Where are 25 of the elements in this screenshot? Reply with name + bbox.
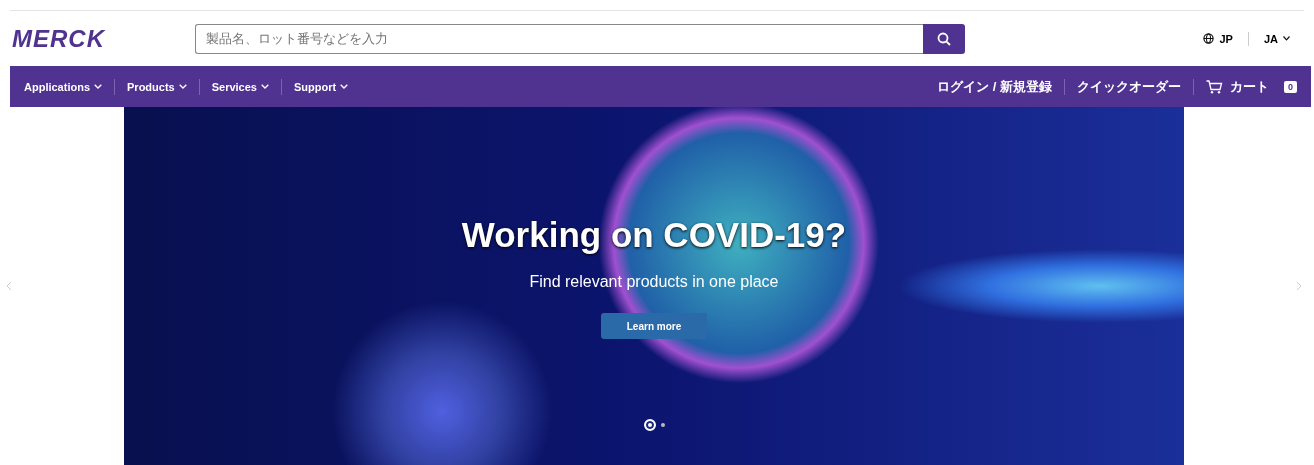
account-link[interactable]: クイックオーダー <box>1077 77 1181 96</box>
carousel-dot[interactable] <box>660 423 665 427</box>
chevron-down-icon <box>94 84 102 89</box>
learn-more-button[interactable]: Learn more <box>601 313 707 339</box>
country-selector[interactable]: JP <box>1219 32 1233 45</box>
chevron-down-icon <box>340 84 349 89</box>
hero-title: Working on COVID-19? <box>461 215 847 255</box>
carousel-dot[interactable] <box>643 419 656 431</box>
nav-menu-item[interactable]: Services <box>211 80 269 93</box>
chevron-down-icon <box>178 84 187 89</box>
cart-icon <box>1206 79 1223 94</box>
cart-count-badge: 0 <box>1284 80 1297 93</box>
globe-icon <box>1203 33 1215 44</box>
logo[interactable]: MERCK <box>12 24 195 53</box>
nav-menu-item[interactable]: Applications <box>24 80 102 93</box>
chevron-down-icon <box>1283 36 1290 41</box>
search-field[interactable]: 製品名、ロット番号などを入力 <box>195 23 923 54</box>
language-selector[interactable]: JA <box>1263 32 1278 45</box>
chevron-down-icon <box>260 84 269 89</box>
cart-button[interactable]: カート 0 <box>1206 77 1297 96</box>
nav-menu-item[interactable]: Products <box>127 80 187 93</box>
search-button[interactable] <box>923 23 965 54</box>
nav-menu-item[interactable]: Support <box>293 80 349 93</box>
account-link[interactable]: ログイン / 新規登録 <box>937 77 1052 96</box>
search-icon <box>937 31 951 46</box>
